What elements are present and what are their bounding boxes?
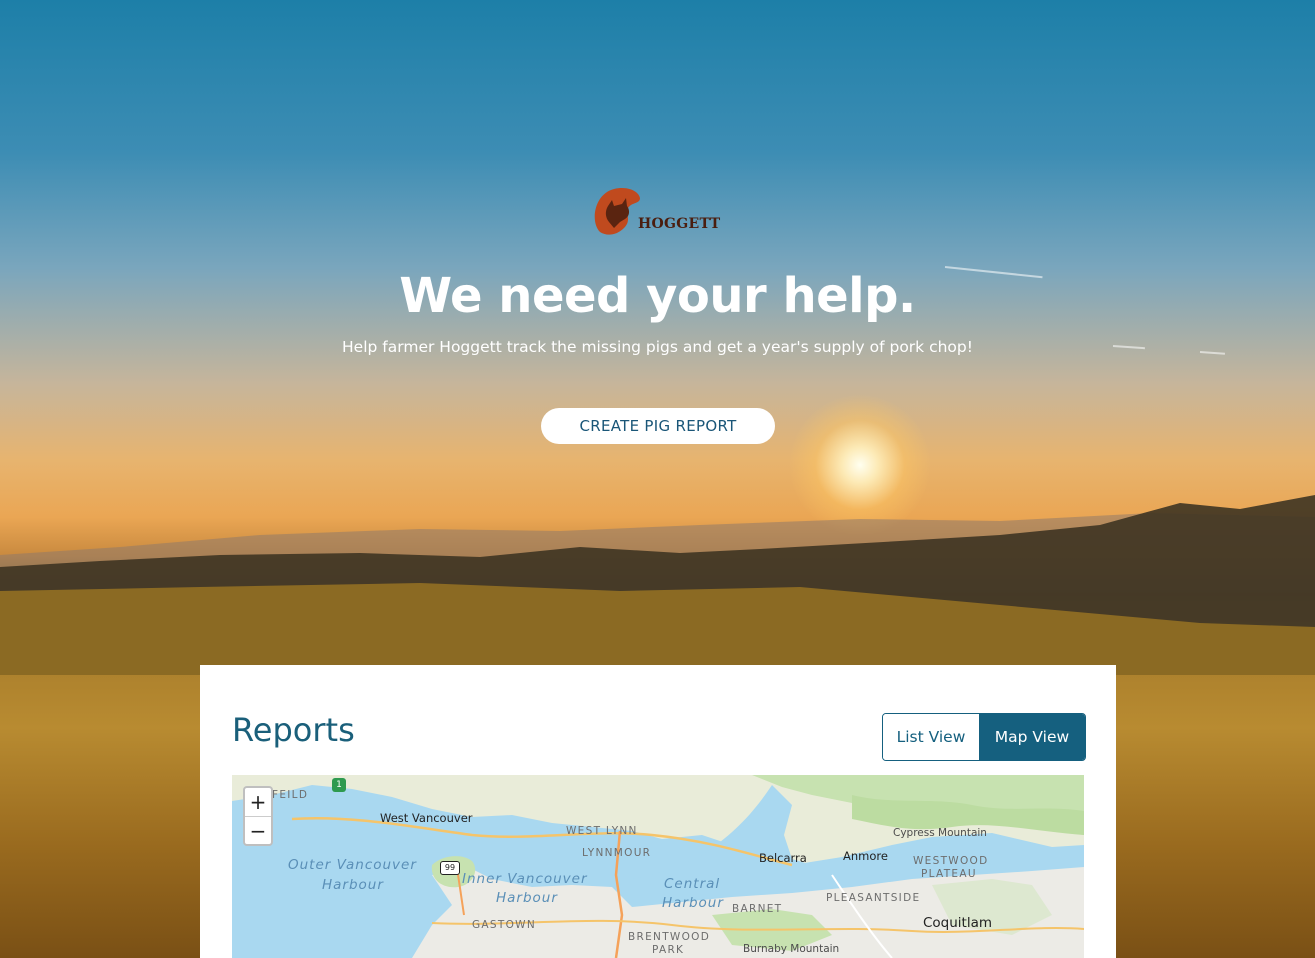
map-label-cypress-mountain: Cypress Mountain <box>893 827 987 839</box>
highway-99-shield: 99 <box>440 861 460 875</box>
hoggett-logo: HOGGETT <box>592 186 721 238</box>
zoom-out-button[interactable]: − <box>245 817 271 845</box>
map-label-gastown: GASTOWN <box>472 919 536 931</box>
reports-map[interactable]: + − 1 99 FEILD West Vancouver WEST LYNN … <box>232 775 1084 958</box>
map-view-button[interactable]: Map View <box>979 714 1085 760</box>
map-label-pleasantside: PLEASANTSIDE <box>826 892 921 904</box>
hero-headline: We need your help. <box>399 268 916 324</box>
map-label-anmore: Anmore <box>843 849 888 863</box>
reports-title: Reports <box>232 711 355 749</box>
logo-text: HOGGETT <box>638 216 721 232</box>
map-label-burnaby-mountain: Burnaby Mountain <box>743 943 840 955</box>
map-label-central-harbour: Central <box>664 876 721 892</box>
map-label-inner-harbour: Inner Vancouver <box>462 871 588 887</box>
map-label-outer-harbour-2: Harbour <box>322 877 384 893</box>
map-label-westwood: WESTWOOD <box>913 855 989 867</box>
map-label-lynnmour: LYNNMOUR <box>582 847 652 859</box>
map-label-westwood-2: PLATEAU <box>921 868 977 880</box>
create-pig-report-button[interactable]: CREATE PIG REPORT <box>541 408 775 444</box>
map-label-brentwood: BRENTWOOD <box>628 931 711 943</box>
map-label-brentwood-2: PARK <box>652 944 685 956</box>
pig-head-icon <box>594 188 640 235</box>
map-label-coquitlam: Coquitlam <box>923 915 993 931</box>
map-zoom-control: + − <box>243 786 273 846</box>
reports-panel: Reports List View Map View + − 1 99 FEIL… <box>200 665 1116 958</box>
map-label-inner-harbour-2: Harbour <box>496 890 558 906</box>
map-label-belcarra: Belcarra <box>759 851 807 865</box>
map-label-west-vancouver: West Vancouver <box>380 811 473 825</box>
map-label-central-harbour-2: Harbour <box>662 895 724 911</box>
hero-subline: Help farmer Hoggett track the missing pi… <box>342 338 973 356</box>
zoom-in-button[interactable]: + <box>245 788 271 817</box>
view-toggle: List View Map View <box>882 713 1086 761</box>
map-label-outer-harbour: Outer Vancouver <box>288 857 417 873</box>
map-label-west-lynn: WEST LYNN <box>566 825 638 837</box>
horizon-hills <box>0 495 1315 675</box>
map-label-barnet: BARNET <box>732 903 783 915</box>
highway-1-shield: 1 <box>332 778 346 792</box>
list-view-button[interactable]: List View <box>883 714 979 760</box>
map-label-feild: FEILD <box>272 789 309 801</box>
